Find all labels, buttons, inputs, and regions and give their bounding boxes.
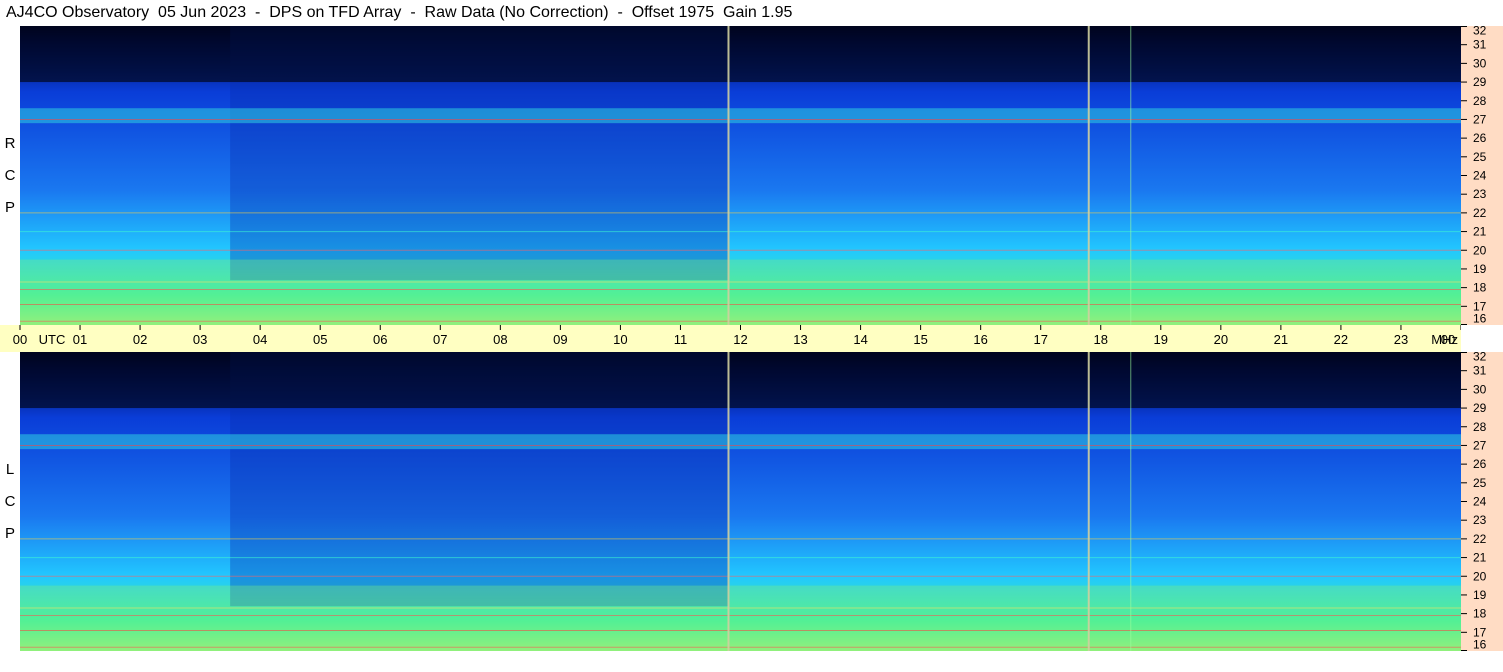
freq-tick-label: 28: [1473, 94, 1487, 108]
freq-tick-label: 26: [1473, 457, 1487, 471]
utc-tick-label: 16: [973, 332, 987, 347]
lcp-frequency-axis: 32 31 30 29 28 27 26 25 24 23 22 21 20 19 18 17 16: [1461, 352, 1503, 651]
freq-tick-label: 21: [1473, 551, 1487, 565]
freq-tick-label: 29: [1473, 401, 1487, 415]
utc-tick-label: 10: [613, 332, 627, 347]
lower-band: [20, 585, 1461, 651]
utc-tick-label: 21: [1274, 332, 1288, 347]
utc-tick-label: 00: [13, 332, 27, 347]
lcp-frequency-axis-svg: 3231302928272625242322212019181716: [1461, 352, 1487, 652]
utc-tick-label: 11: [674, 332, 688, 347]
utc-axis-svg: 00 01 02 03 04 05 06 07 08 09 10 11 12 13 14 15 16 17 18 19…: [13, 325, 1461, 347]
freq-tick-label: 25: [1473, 476, 1487, 490]
lower-band: [20, 259, 1461, 325]
freq-tick-label: 31: [1473, 38, 1487, 52]
utc-tick-label: 09: [553, 332, 567, 347]
freq-tick-label: 21: [1473, 225, 1487, 239]
freq-tick-label: 30: [1473, 56, 1487, 70]
mhz-unit-label: MHz: [1431, 332, 1458, 347]
freq-tick-label: 19: [1473, 262, 1487, 276]
freq-tick-label: 29: [1473, 75, 1487, 89]
utc-tick-label: 05: [313, 332, 327, 347]
freq-tick-label: 20: [1473, 569, 1487, 583]
utc-tick-label: 03: [193, 332, 207, 347]
freq-tick-label: 16: [1473, 638, 1487, 652]
lcp-spectrogram-svg: [20, 352, 1461, 651]
utc-tick-label: 19: [1154, 332, 1168, 347]
utc-tick-label: 08: [493, 332, 507, 347]
freq-tick-label: 22: [1473, 532, 1487, 546]
lcp-label: L C P: [4, 461, 16, 542]
utc-tick-label: 02: [133, 332, 147, 347]
rcp-spectrogram-svg: [20, 26, 1461, 325]
utc-tick-label: 20: [1214, 332, 1228, 347]
freq-tick-label: 32: [1473, 26, 1487, 38]
upper-dark-band: [20, 352, 1461, 409]
utc-tick-label: 13: [793, 332, 807, 347]
utc-tick-label: 04: [253, 332, 267, 347]
freq-tick-label: 30: [1473, 382, 1487, 396]
band-27mhz: [20, 108, 1461, 124]
freq-tick-label: 32: [1473, 352, 1487, 364]
utc-tick-label: 14: [853, 332, 867, 347]
utc-time-axis: 00 01 02 03 04 05 06 07 08 09 10 11 12 13 14 15 16 17 18 19…: [0, 325, 1461, 352]
utc-tick-label: 17: [1033, 332, 1047, 347]
utc-tick-label: 23: [1394, 332, 1408, 347]
freq-tick-label: 16: [1473, 312, 1487, 326]
freq-tick-label: 23: [1473, 513, 1487, 527]
freq-tick-label: 22: [1473, 206, 1487, 220]
utc-tick-label: 12: [733, 332, 747, 347]
upper-dark-band: [20, 26, 1461, 83]
utc-tick-label: 18: [1094, 332, 1108, 347]
utc-unit-label: UTC: [39, 332, 66, 347]
rcp-frequency-axis-svg: 3231302928272625242322212019181716: [1461, 26, 1487, 326]
utc-tick-label: 01: [73, 332, 87, 347]
rcp-label: R C P: [4, 135, 16, 216]
band-27mhz: [20, 434, 1461, 450]
utc-tick-label: 15: [913, 332, 927, 347]
rcp-frequency-axis: 32 31 30 29 28 27 26 25 24 23 22 21 20 19 18 17 16: [1461, 26, 1503, 325]
title-bar: AJ4CO Observatory 05 Jun 2023 - DPS on T…: [0, 0, 1503, 26]
freq-tick-label: 24: [1473, 169, 1487, 183]
freq-tick-label: 25: [1473, 150, 1487, 164]
rcp-spectrogram: [20, 26, 1461, 325]
utc-tick-label: 07: [433, 332, 447, 347]
utc-tick-label: 22: [1334, 332, 1348, 347]
freq-tick-label: 18: [1473, 607, 1487, 621]
chart-title: AJ4CO Observatory 05 Jun 2023 - DPS on T…: [6, 4, 793, 21]
freq-tick-label: 28: [1473, 420, 1487, 434]
freq-tick-label: 19: [1473, 588, 1487, 602]
lcp-spectrogram: [20, 352, 1461, 651]
freq-tick-label: 24: [1473, 495, 1487, 509]
freq-tick-label: 27: [1473, 112, 1487, 126]
freq-tick-label: 26: [1473, 131, 1487, 145]
freq-tick-label: 23: [1473, 187, 1487, 201]
freq-tick-label: 18: [1473, 281, 1487, 295]
freq-tick-label: 20: [1473, 243, 1487, 257]
freq-tick-label: 27: [1473, 438, 1487, 452]
freq-tick-label: 31: [1473, 364, 1487, 378]
utc-tick-label: 06: [373, 332, 387, 347]
